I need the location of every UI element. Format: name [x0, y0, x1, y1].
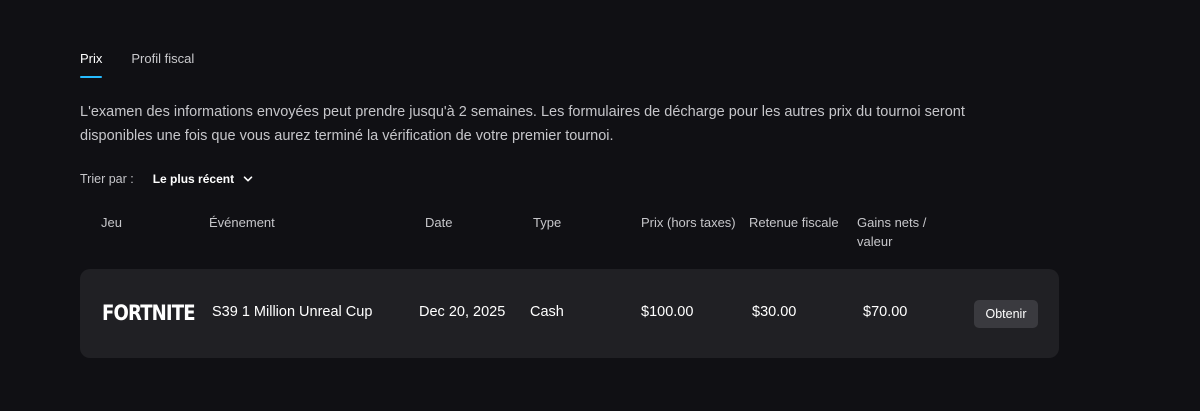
chevron-down-icon [243, 176, 253, 182]
column-header-event: Événement [209, 215, 275, 230]
column-header-type: Type [533, 215, 562, 230]
column-header-date: Date [425, 215, 453, 230]
sort-selected-value: Le plus récent [152, 172, 235, 186]
tab-profil-fiscal[interactable]: Profil fiscal [131, 51, 194, 78]
tab-prix[interactable]: Prix [80, 51, 103, 78]
fortnite-logo: FORTNITE [102, 301, 196, 325]
prizes-page: Prix Profil fiscal L'examen des informat… [0, 0, 1200, 411]
sort-control: Trier par : Le plus récent [80, 172, 254, 186]
withholding-cell: $30.00 [752, 304, 797, 320]
event-cell: S39 1 Million Unreal Cup [212, 304, 373, 320]
obtain-button[interactable]: Obtenir [974, 300, 1038, 328]
column-header-game: Jeu [101, 215, 122, 230]
sort-dropdown[interactable]: Le plus récent [153, 172, 254, 186]
column-header-net-line1: Gains nets / [857, 215, 927, 230]
intro-text: L'examen des informations envoyées peut … [80, 104, 965, 144]
net-cell: $70.00 [863, 304, 908, 320]
column-header-withholding: Retenue fiscale [749, 215, 839, 230]
tab-bar: Prix Profil fiscal [80, 51, 194, 78]
table-row: FORTNITE S39 1 Million Unreal Cup Dec 20… [80, 269, 1059, 358]
column-header-net-line2: valeur [857, 234, 893, 249]
date-cell: Dec 20, 2025 [419, 304, 506, 320]
column-header-net: Gains nets / valeur [857, 213, 926, 251]
sort-label: Trier par : [80, 172, 134, 186]
column-header-prize: Prix (hors taxes) [641, 215, 736, 230]
prize-cell: $100.00 [641, 304, 694, 320]
type-cell: Cash [530, 304, 564, 320]
